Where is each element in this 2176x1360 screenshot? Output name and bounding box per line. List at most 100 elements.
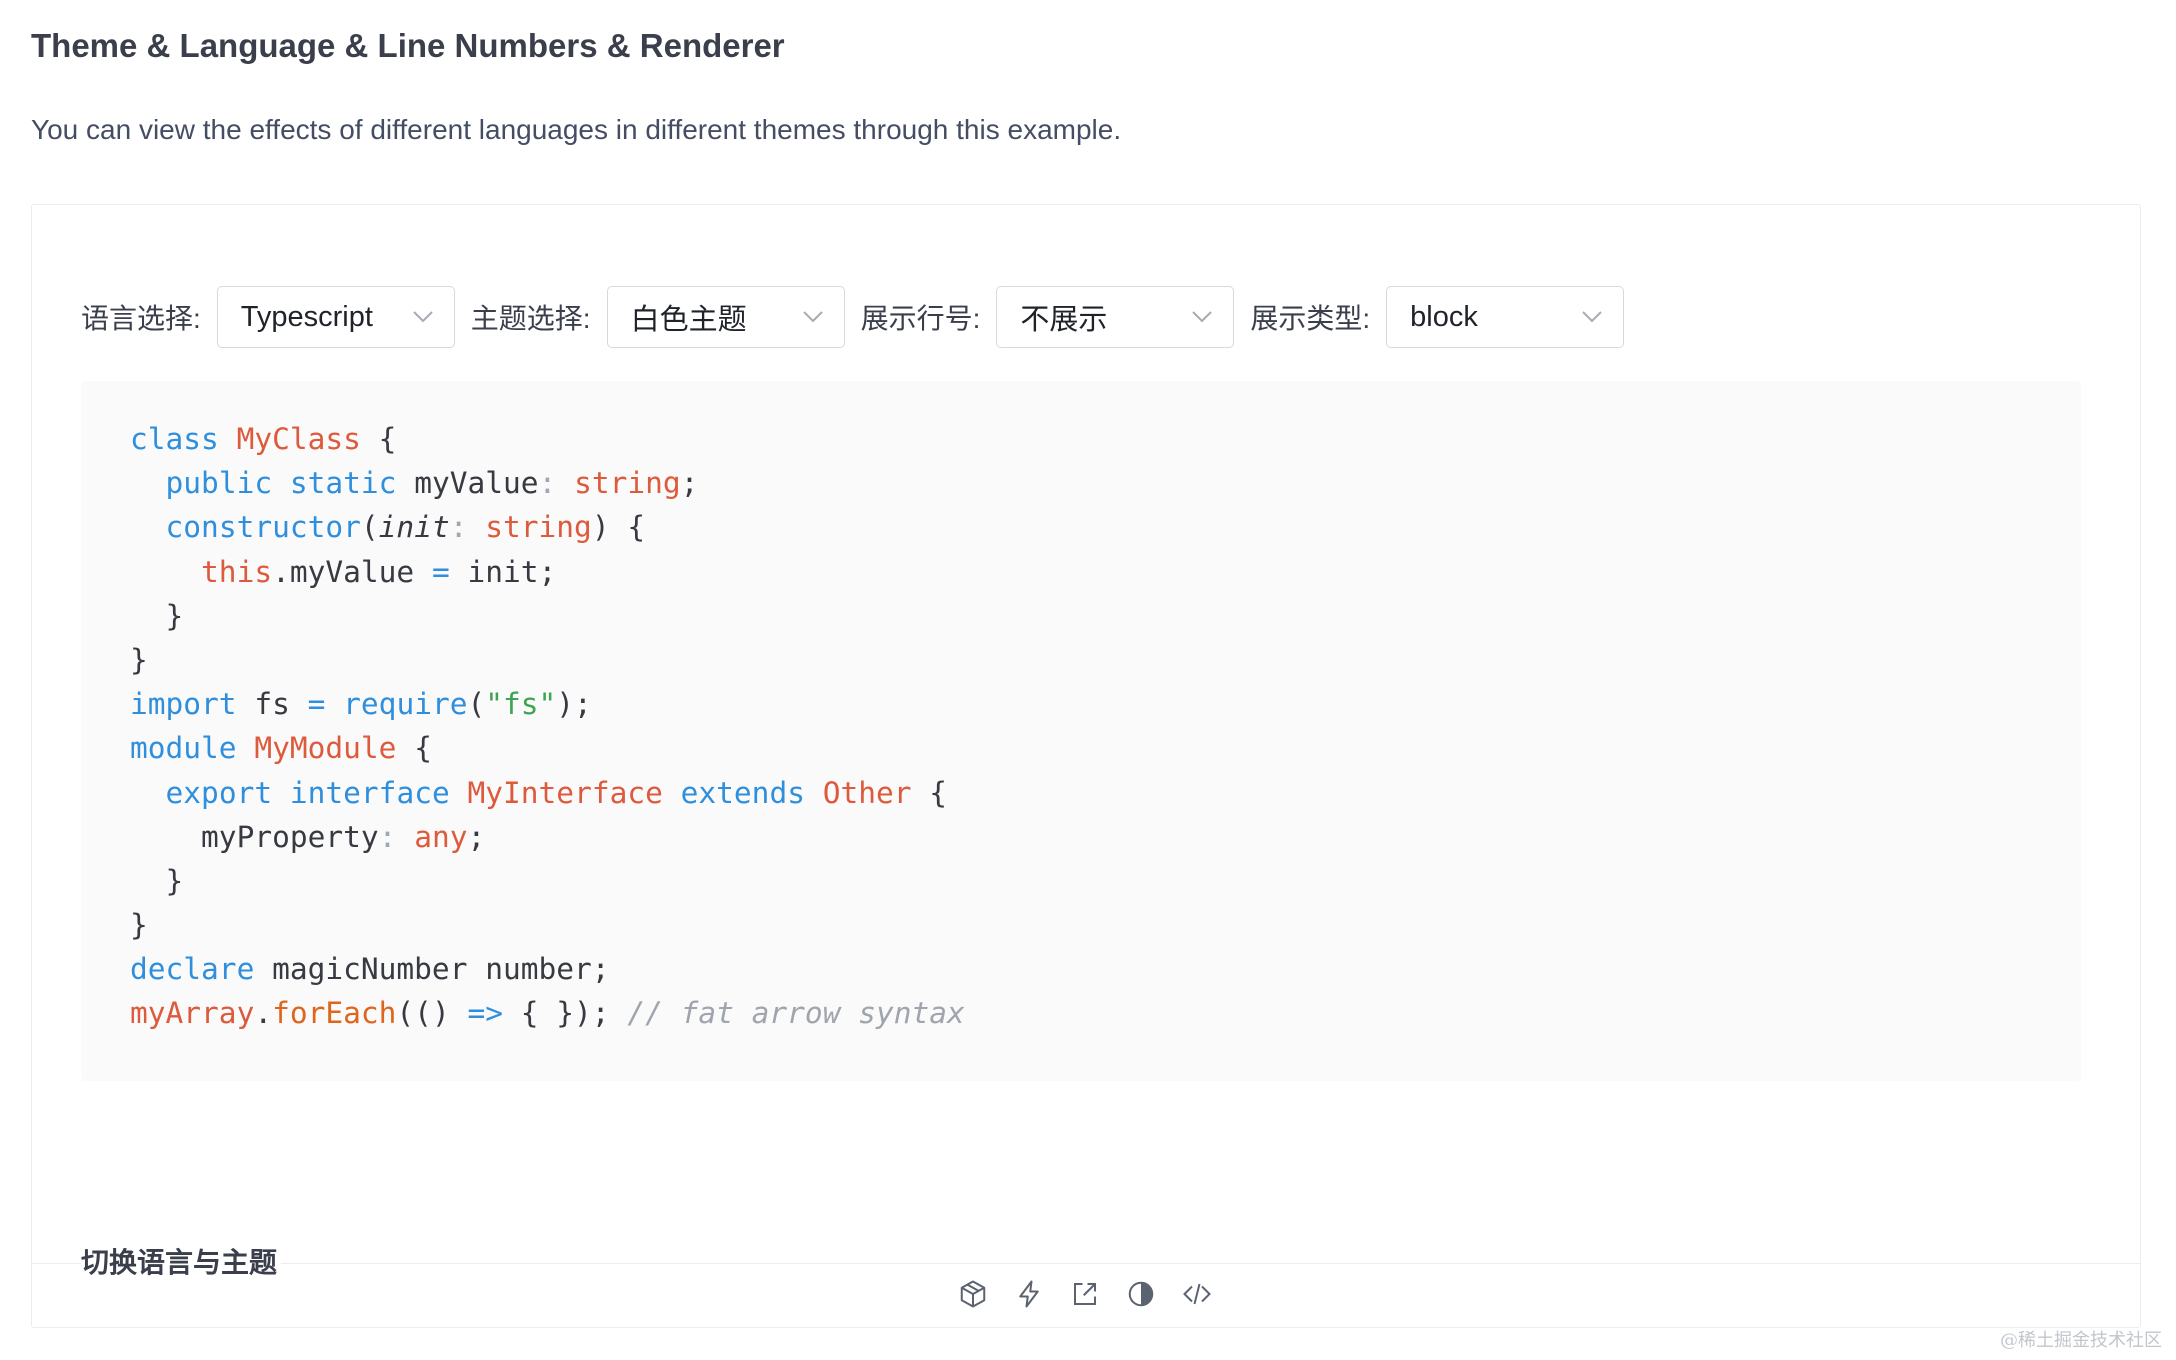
code-token: .: [254, 996, 273, 1031]
code-token: :: [378, 819, 397, 854]
code-token: this: [201, 554, 273, 589]
code-token: init;: [449, 554, 557, 589]
code-token: export: [165, 775, 273, 810]
line-numbers-select-value: 不展示: [1020, 304, 1108, 336]
codesandbox-icon: [960, 1280, 986, 1308]
chevron-down-icon: [1582, 311, 1602, 323]
code-token: "fs": [485, 687, 557, 722]
code-line: myArray.forEach(() => { }); // fat arrow…: [130, 991, 965, 1035]
chevron-down-icon: [413, 311, 433, 323]
stackblitz-button[interactable]: [1011, 1276, 1047, 1312]
code-token: ) {: [591, 510, 646, 545]
code-token: constructor: [165, 510, 361, 545]
code-line: this.myValue = init;: [130, 550, 965, 594]
code-token: }: [130, 642, 148, 677]
show-code-icon: [1183, 1283, 1211, 1305]
code-line: module MyModule {: [130, 726, 965, 770]
show-code-button[interactable]: [1179, 1276, 1215, 1312]
code-block: class MyClass { public static myValue: s…: [81, 381, 2081, 1081]
code-content: class MyClass { public static myValue: s…: [130, 417, 965, 1036]
demo-caption: 切换语言与主题: [81, 1239, 282, 1287]
code-token: =>: [467, 996, 503, 1031]
code-token: fs: [236, 687, 308, 722]
codesandbox-button[interactable]: [955, 1276, 991, 1312]
code-token: );: [556, 687, 592, 722]
render-type-select[interactable]: block: [1386, 286, 1625, 348]
code-token: myProperty: [130, 819, 379, 854]
code-line: constructor(init: string) {: [130, 505, 965, 549]
code-token: declare: [130, 952, 255, 987]
code-token: interface: [289, 775, 450, 810]
code-token: static: [289, 466, 397, 501]
code-token: :: [538, 466, 557, 501]
code-line: public static myValue: string;: [130, 461, 965, 505]
line-numbers-label: 展示行号:: [860, 303, 981, 334]
code-line: myProperty: any;: [130, 815, 965, 859]
language-select-value: Typescript: [240, 300, 373, 333]
code-token: MyInterface: [467, 775, 663, 810]
code-token: }: [130, 908, 148, 943]
toggle-theme-button[interactable]: [1123, 1276, 1159, 1312]
page-description: You can view the effects of different la…: [31, 114, 1122, 145]
render-type-label: 展示类型:: [1250, 303, 1371, 334]
theme-select[interactable]: 白色主题: [606, 286, 845, 348]
code-line: }: [130, 594, 965, 638]
code-token: class: [130, 422, 219, 456]
code-token: MyModule: [254, 731, 397, 766]
code-token: string: [574, 466, 681, 501]
page-title: Theme & Language & Line Numbers & Render…: [31, 27, 785, 64]
code-token: }: [130, 863, 184, 898]
code-line: }: [130, 638, 965, 682]
code-token: }: [130, 598, 184, 633]
code-line: export interface MyInterface extends Oth…: [130, 771, 965, 815]
code-token: module: [130, 731, 237, 766]
code-token: ;: [467, 819, 486, 854]
code-line: }: [130, 859, 965, 903]
code-token: require: [343, 687, 468, 722]
code-token: extends: [680, 775, 805, 810]
code-token: {: [396, 731, 432, 766]
open-in-new-window-button[interactable]: [1067, 1276, 1103, 1312]
code-token: forEach: [272, 996, 397, 1031]
code-token: :: [449, 510, 468, 545]
controls-bar: 语言选择: Typescript 主题选择: 白色主题 展示行号: 不展示 展示…: [81, 285, 1640, 349]
code-line: }: [130, 903, 965, 947]
code-token: { });: [503, 996, 628, 1031]
language-select[interactable]: Typescript: [216, 286, 455, 348]
code-token: {: [911, 775, 948, 810]
code-token: =: [307, 687, 326, 722]
code-line: import fs = require("fs");: [130, 682, 965, 726]
code-line: declare magicNumber number;: [130, 947, 965, 991]
code-token: ((): [396, 996, 468, 1031]
theme-contrast-icon: [1128, 1281, 1154, 1307]
code-token: myValue: [396, 466, 539, 501]
code-token: (: [467, 687, 486, 722]
chevron-down-icon: [1192, 311, 1213, 323]
chevron-down-icon: [802, 311, 823, 323]
line-numbers-select[interactable]: 不展示: [996, 286, 1235, 348]
theme-select-value: 白色主题: [630, 304, 747, 336]
code-token: string: [485, 510, 592, 545]
open-external-icon: [1074, 1283, 1096, 1305]
demo-action-bar: [955, 1276, 1215, 1312]
watermark: @稀土掘金技术社区: [2000, 1330, 2162, 1351]
code-token: MyClass: [236, 422, 361, 456]
code-token: .myValue: [272, 554, 432, 589]
code-token: (: [360, 510, 379, 545]
demo-footer: [32, 1263, 2140, 1330]
code-token: import: [130, 687, 237, 722]
language-label: 语言选择:: [81, 303, 201, 334]
